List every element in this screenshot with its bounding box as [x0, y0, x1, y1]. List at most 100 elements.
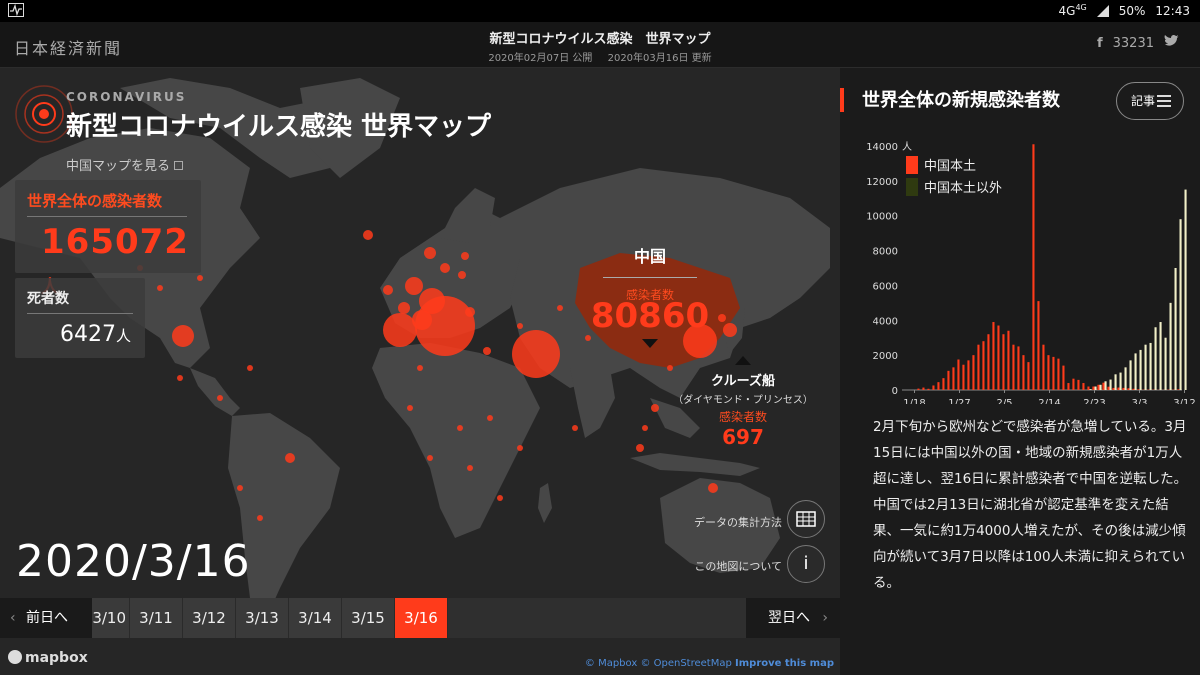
y-tick-label: 4000	[873, 316, 898, 327]
y-tick-label: 6000	[873, 281, 898, 292]
radar-icon	[15, 85, 73, 143]
bar-china	[1087, 386, 1090, 390]
eyebrow-label: CORONAVIRUS	[66, 90, 187, 104]
article-title: 新型コロナウイルス感染 世界マップ	[489, 32, 711, 47]
list-icon	[1157, 95, 1171, 107]
legend-label: 中国本土以外	[924, 181, 1002, 196]
bar-china	[1002, 334, 1005, 390]
clock: 12:43	[1155, 3, 1190, 18]
bar-outside-china	[1179, 219, 1182, 390]
panel-title: 世界全体の新規感染者数	[862, 90, 1060, 111]
article-dates: 2020年02月07日 公開 2020年03月16日 更新	[400, 49, 800, 64]
bubble-usa	[172, 325, 194, 347]
date-cell-3-10[interactable]: 3/10	[92, 598, 130, 638]
cruise-callout[interactable]: クルーズ船 （ダイヤモンド・プリンセス） 感染者数 697	[668, 370, 818, 449]
x-tick-label: 2/23	[1083, 398, 1105, 404]
date-cell-3-13[interactable]: 3/13	[236, 598, 289, 638]
bar-china	[1077, 379, 1080, 390]
next-day-button[interactable]: 翌日へ ›	[746, 598, 840, 638]
bar-china	[947, 370, 950, 390]
bar-china	[982, 341, 985, 390]
chevron-left-icon: ‹	[10, 610, 16, 626]
date-cell-3-15[interactable]: 3/15	[342, 598, 395, 638]
legend-swatch	[906, 156, 918, 174]
date-cell-3-12[interactable]: 3/12	[183, 598, 236, 638]
date-cell-3-11[interactable]: 3/11	[130, 598, 183, 638]
bar-outside-china	[1144, 344, 1147, 390]
y-tick-label: 14000	[866, 142, 898, 153]
x-tick-label: 3/12	[1173, 398, 1195, 404]
date-cell-3-16[interactable]: 3/16	[395, 598, 448, 638]
total-cases-label: 世界全体の感染者数	[27, 192, 163, 210]
y-tick-label: 8000	[873, 247, 898, 258]
osm-copyright[interactable]: © OpenStreetMap	[640, 658, 731, 669]
world-map[interactable]: CORONAVIRUS 新型コロナウイルス感染 世界マップ 中国マップを見る 世…	[0, 68, 840, 675]
bar-china	[932, 385, 935, 390]
legend-swatch	[906, 178, 918, 196]
bar-china	[917, 388, 920, 390]
mapbox-copyright[interactable]: © Mapbox	[585, 658, 637, 669]
bar-china	[1072, 378, 1075, 390]
mapbox-logo[interactable]: mapbox	[8, 650, 88, 666]
nikkei-logo[interactable]: 日本経済新聞	[14, 35, 122, 59]
bar-china	[1042, 344, 1045, 390]
date-cell-3-14[interactable]: 3/14	[289, 598, 342, 638]
bar-china	[1127, 388, 1130, 390]
improve-map-link[interactable]: Improve this map	[735, 658, 834, 669]
bar-outside-china	[1164, 337, 1167, 390]
bar-outside-china	[1149, 342, 1152, 390]
bar-china	[1177, 389, 1180, 390]
cruise-cases-value: 697	[722, 425, 764, 449]
method-label: データの集計方法	[694, 516, 782, 529]
bar-china	[1122, 387, 1125, 390]
bar-china	[977, 344, 980, 390]
bar-outside-china	[1159, 322, 1162, 390]
bar-outside-china	[1109, 379, 1112, 390]
table-icon-button[interactable]	[787, 500, 825, 538]
bar-china	[1132, 388, 1135, 390]
china-callout[interactable]: 中国 感染者数	[603, 243, 697, 303]
bar-china	[1097, 384, 1100, 390]
twitter-icon[interactable]	[1164, 34, 1180, 52]
bar-china	[1082, 383, 1085, 390]
bar-china	[1012, 344, 1015, 390]
site-header: 日本経済新聞 新型コロナウイルス感染 世界マップ 2020年02月07日 公開 …	[0, 22, 1200, 68]
bar-china	[1027, 362, 1030, 390]
china-map-link[interactable]: 中国マップを見る	[66, 155, 491, 174]
total-cases-box: 世界全体の感染者数 165072人	[15, 180, 201, 298]
facebook-share[interactable]: f 33231	[1097, 36, 1154, 51]
bar-china	[1032, 144, 1035, 390]
map-attribution: © Mapbox © OpenStreetMap Improve this ma…	[585, 658, 834, 669]
external-link-icon	[174, 161, 184, 170]
bar-outside-china	[1169, 302, 1172, 390]
date-timeline: ‹ 前日へ 3/10 3/11 3/12 3/13 3/14 3/15 3/16 翌日へ ›	[0, 598, 840, 638]
bar-china	[1007, 330, 1010, 390]
bar-china	[987, 334, 990, 390]
title-accent	[840, 88, 844, 112]
mapbox-icon	[8, 650, 22, 664]
bar-outside-china	[1129, 360, 1132, 390]
bar-china	[1057, 358, 1060, 390]
bar-china	[942, 378, 945, 390]
date-list: 3/10 3/11 3/12 3/13 3/14 3/15 3/16	[92, 598, 448, 638]
bar-outside-china	[1154, 327, 1157, 390]
panel-body-text: 2月下旬から欧州などで感染者が急増している。3月15日には中国以外の国・地域の新…	[873, 419, 1188, 591]
x-tick-label: 1/27	[948, 398, 970, 404]
current-date: 2020/3/16	[16, 536, 251, 587]
bubble-iran	[512, 330, 560, 378]
bar-china	[1052, 356, 1055, 390]
about-label: この地図について	[694, 560, 782, 573]
bar-china	[952, 367, 955, 390]
deaths-value: 6427人	[60, 322, 132, 347]
chart-panel: 世界全体の新規感染者数 記事 0 2000 4000 6000 8000 10000 120…	[840, 68, 1200, 675]
article-button[interactable]: 記事	[1116, 82, 1184, 120]
prev-day-button[interactable]: ‹ 前日へ	[0, 598, 92, 638]
bar-china	[1137, 389, 1140, 390]
bar-china	[1107, 386, 1110, 390]
info-icon[interactable]: i	[787, 545, 825, 583]
published-date: 2020年02月07日 公開	[488, 53, 593, 64]
deaths-box: 死者数 6427人	[15, 278, 145, 358]
bar-outside-china	[1104, 381, 1107, 390]
bar-china	[1067, 383, 1070, 390]
bar-china	[957, 359, 960, 390]
